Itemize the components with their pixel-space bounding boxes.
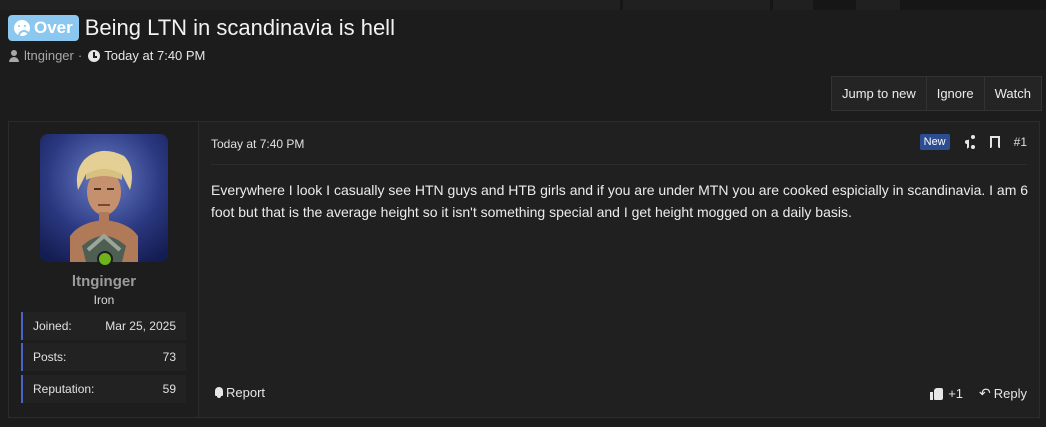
reply-button[interactable]: ↶ Reply	[979, 385, 1027, 402]
report-link[interactable]: Report	[214, 385, 265, 400]
new-badge: New	[919, 134, 950, 150]
thread-author-link[interactable]: ltnginger	[24, 48, 74, 63]
stat-value: Mar 25, 2025	[105, 319, 176, 333]
thread-header: Over Being LTN in scandinavia is hell lt…	[8, 13, 1038, 63]
thread-start-time[interactable]: Today at 7:40 PM	[104, 48, 205, 63]
top-nav-segment	[773, 0, 813, 10]
jump-to-new-button[interactable]: Jump to new	[832, 77, 927, 110]
clock-icon	[88, 49, 101, 62]
thread-title-row: Over Being LTN in scandinavia is hell	[8, 13, 1038, 43]
post-message: ltnginger Iron Joined: Mar 25, 2025 Post…	[8, 121, 1040, 418]
report-label: Report	[226, 385, 266, 400]
post-tools: New #1	[919, 134, 1027, 150]
stat-value: 59	[162, 382, 176, 396]
user-stat-posts: Posts: 73	[21, 343, 186, 371]
post-number-link[interactable]: #1	[1014, 135, 1027, 149]
avatar[interactable]	[40, 134, 168, 262]
thread-meta: ltnginger · Today at 7:40 PM	[8, 48, 1038, 63]
top-nav-segment	[0, 0, 620, 10]
post-timestamp[interactable]: Today at 7:40 PM	[211, 137, 304, 151]
sad-face-icon	[14, 20, 30, 36]
post-footer-actions: +1 ↶ Reply	[930, 385, 1027, 402]
like-count: +1	[948, 386, 964, 401]
thread-title: Being LTN in scandinavia is hell	[84, 15, 395, 40]
bookmark-icon[interactable]	[989, 136, 1000, 149]
watch-button[interactable]: Watch	[984, 77, 1041, 110]
reply-arrow-icon: ↶	[979, 385, 991, 401]
user-icon	[8, 49, 20, 62]
top-nav-strip	[0, 0, 1046, 10]
user-stat-reputation: Reputation: 59	[21, 375, 186, 403]
post-username[interactable]: ltnginger	[9, 273, 199, 290]
thread-prefix-label: Over	[34, 18, 73, 37]
post-user-cell: ltnginger Iron Joined: Mar 25, 2025 Post…	[9, 122, 199, 417]
thumbs-up-icon	[930, 387, 944, 400]
stat-label: Reputation:	[33, 382, 95, 396]
user-title: Iron	[93, 293, 115, 307]
top-nav-segment	[623, 0, 770, 10]
post-body: Everywhere I look I casually see HTN guy…	[211, 182, 1029, 220]
share-icon[interactable]	[964, 135, 976, 149]
ignore-button[interactable]: Ignore	[926, 77, 985, 110]
online-status-indicator	[97, 251, 113, 267]
stat-value: 73	[162, 350, 176, 364]
thread-prefix-badge[interactable]: Over	[8, 15, 79, 41]
bell-icon	[214, 387, 224, 398]
avatar-image	[40, 134, 168, 262]
post-header-divider	[211, 164, 1027, 165]
top-nav-segment	[856, 0, 900, 10]
user-stat-joined: Joined: Mar 25, 2025	[21, 312, 186, 340]
stat-label: Posts:	[33, 350, 67, 364]
reply-label: Reply	[993, 386, 1027, 401]
meta-separator: ·	[77, 48, 83, 63]
thread-actions: Jump to new Ignore Watch	[831, 76, 1042, 111]
stat-label: Joined:	[33, 319, 72, 333]
post-main-cell: Today at 7:40 PM New #1 Everywhere I loo…	[211, 122, 1028, 417]
like-button[interactable]: +1	[930, 386, 963, 401]
